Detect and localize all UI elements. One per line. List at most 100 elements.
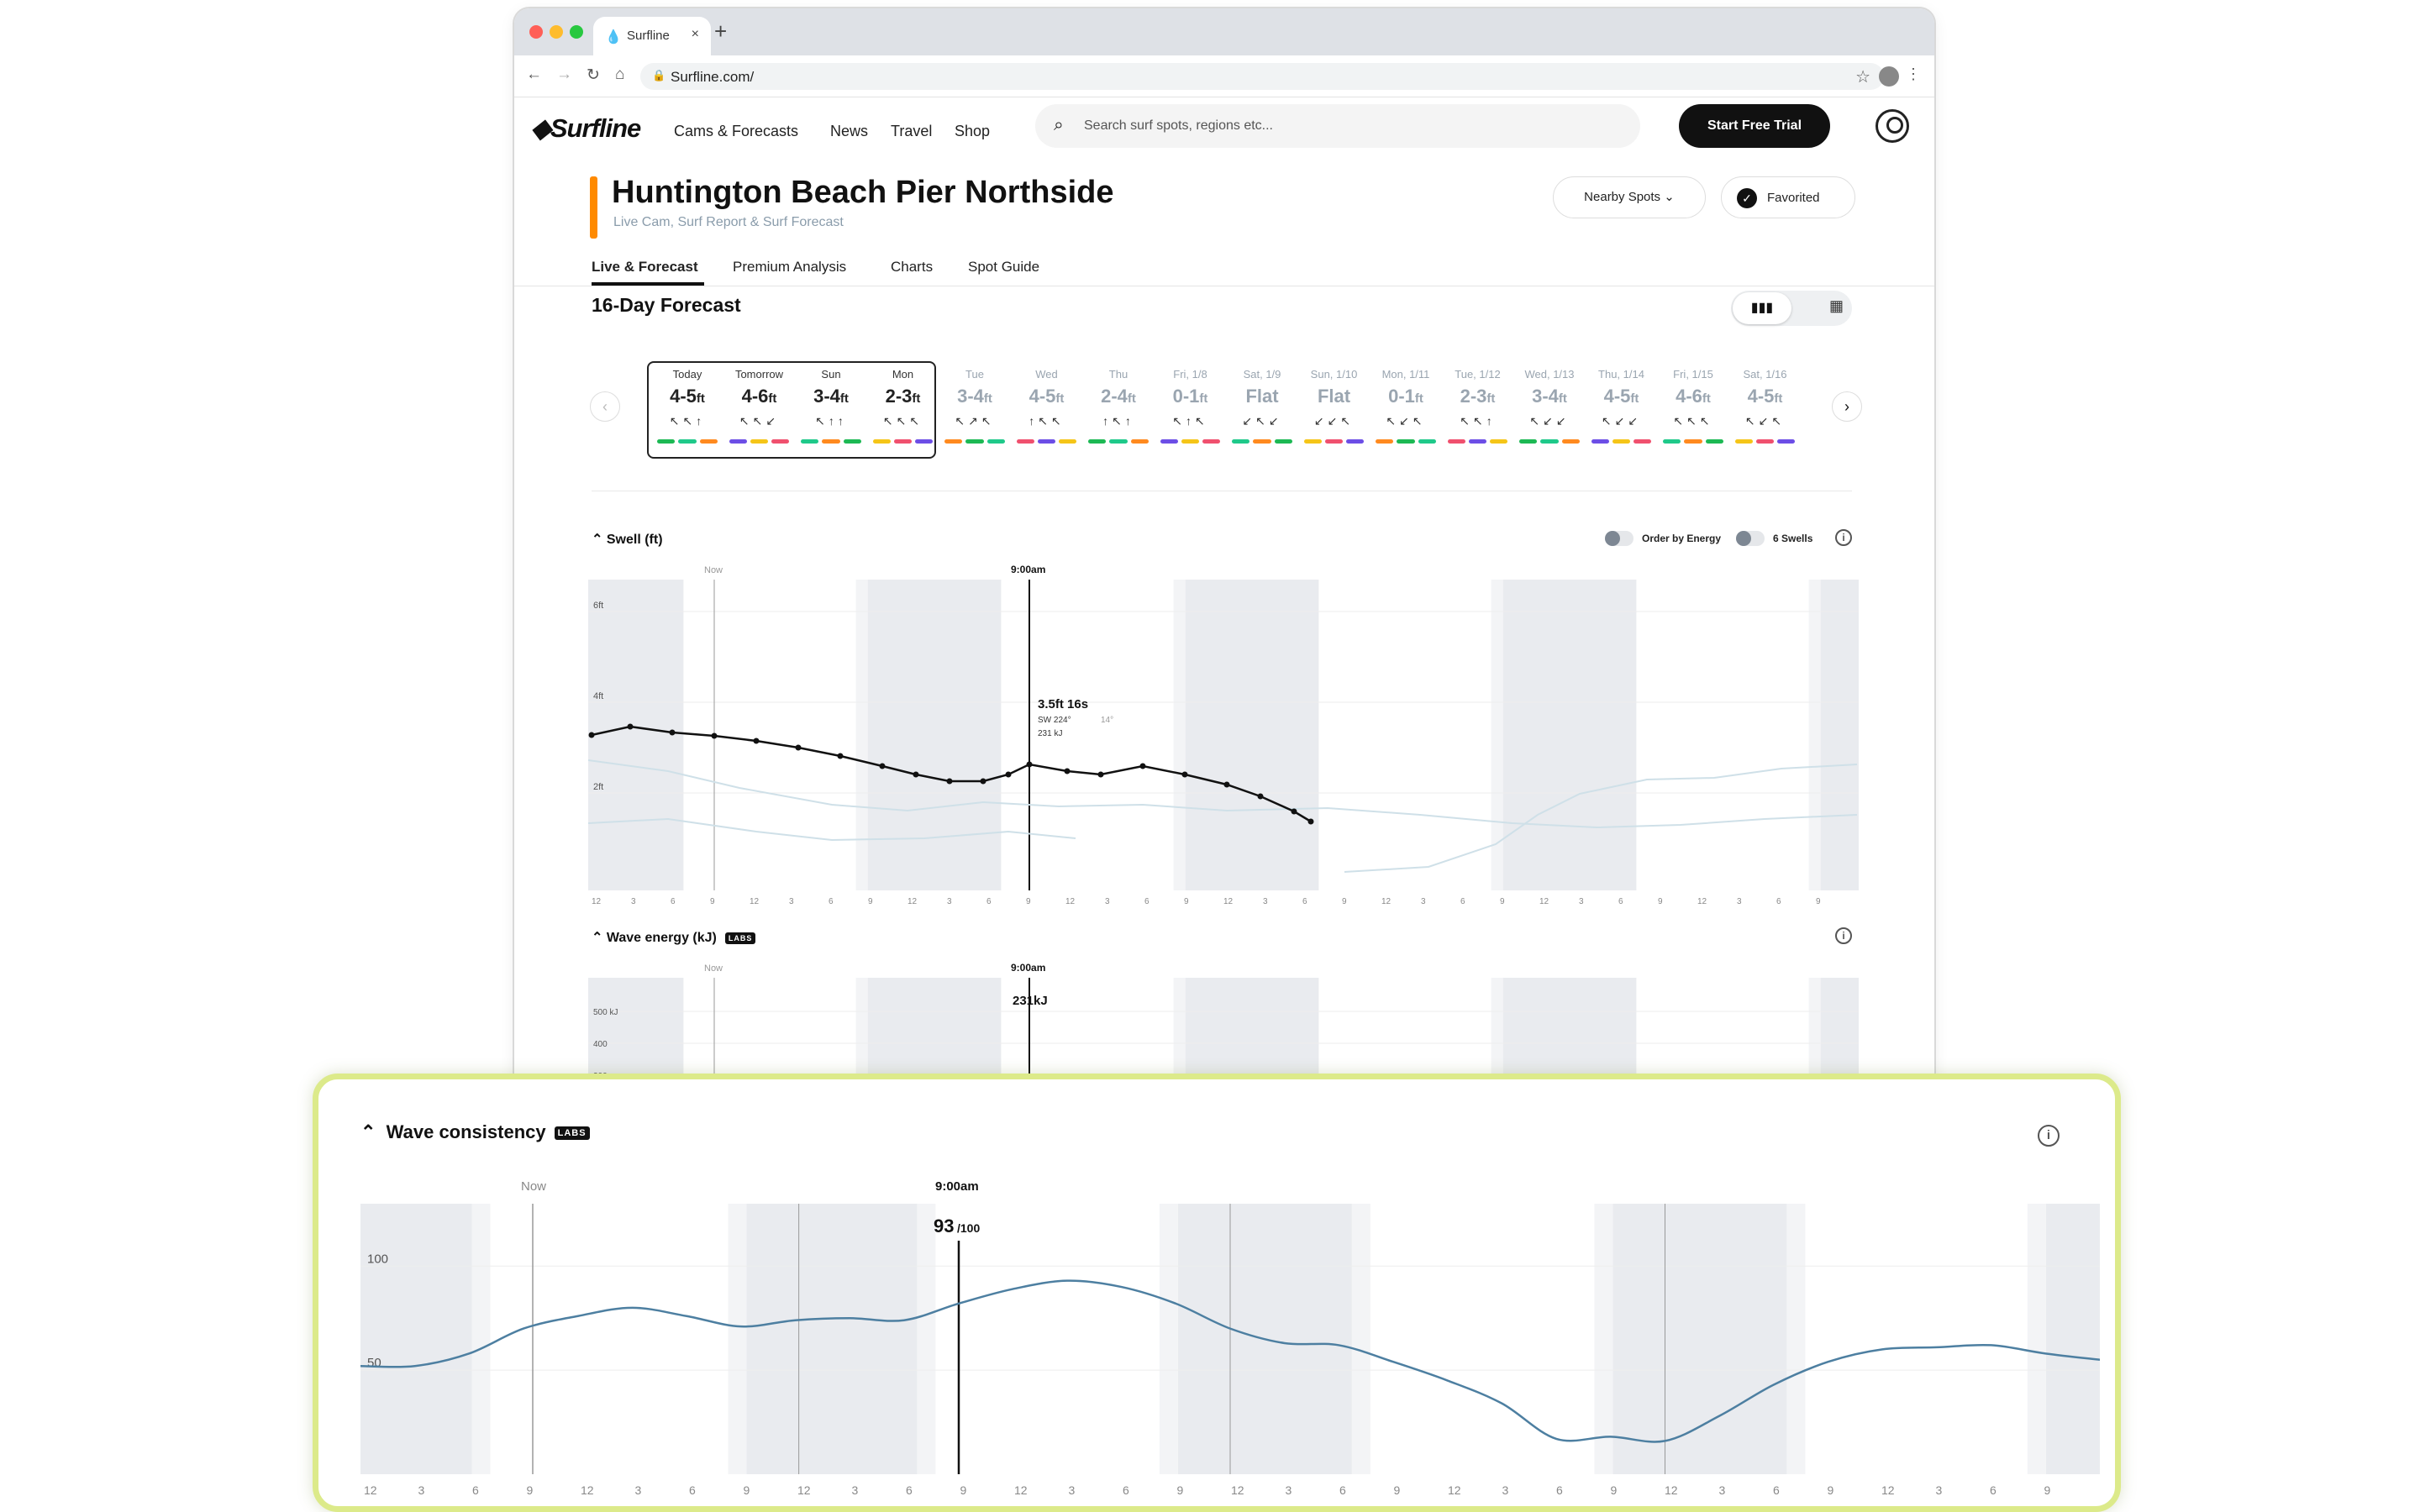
day-card[interactable]: Mon 2-3ft ↖↖↖ [868,363,939,455]
day-card[interactable]: Sun 3-4ft ↖↑↑ [796,363,866,455]
x-tick-label: 9 [744,1483,750,1497]
y-axis-label: 100 [367,1252,388,1266]
consistency-value: 93 [934,1215,954,1236]
lock-icon: 🔒 [652,69,666,81]
x-tick-label: 6 [986,897,992,906]
close-window-icon[interactable] [529,25,543,39]
order-by-energy-toggle[interactable] [1605,531,1634,546]
x-tick-label: 3 [1502,1483,1509,1497]
x-tick-label: 12 [1065,897,1076,906]
x-tick-label: 3 [1936,1483,1943,1497]
prev-days-button[interactable]: ‹ [590,391,620,422]
x-tick-label: 3 [852,1483,859,1497]
reload-icon[interactable]: ↻ [587,66,600,85]
day-card[interactable]: Wed, 1/13 3-4ft ↖↙↙ [1514,363,1585,455]
wave-energy-section-header[interactable]: ⌃ Wave energy (kJ) LABS [592,929,756,946]
x-tick-label: 9 [960,1483,967,1497]
browser-tab-title: Surfline [627,29,670,43]
info-icon[interactable]: i [1835,529,1852,546]
nearby-spots-button[interactable]: Nearby Spots ⌄ [1553,176,1706,218]
browser-profile-avatar[interactable] [1879,66,1899,87]
x-tick-label: 12 [1381,897,1392,906]
day-wave-height: 2-3ft [1460,386,1496,407]
nav-travel[interactable]: Travel [891,123,932,140]
wave-consistency-header[interactable]: ⌃ Wave consistency LABS [360,1121,590,1143]
height-unit: ft [1702,391,1711,406]
swell-direction-marker [1291,808,1297,815]
nav-shop[interactable]: Shop [955,123,990,140]
tab-charts[interactable]: Charts [891,259,933,276]
tab-live-forecast[interactable]: Live & Forecast [592,259,698,276]
swell-direction-marker [879,763,886,769]
six-swells-label: 6 Swells [1773,533,1813,544]
day-card[interactable]: Tomorrow 4-6ft ↖↖↙ [724,363,795,455]
swell-direction-marker [1223,781,1230,788]
day-card[interactable]: Wed 4-5ft ↑↖↖ [1012,363,1082,455]
swell-section-header[interactable]: ⌃ Swell (ft) [592,531,663,548]
tab-spot-guide[interactable]: Spot Guide [968,259,1039,276]
condition-bar [1591,439,1609,444]
url-field[interactable]: 🔒 Surfline.com/ ☆ [640,63,1884,90]
bookmark-star-icon[interactable]: ☆ [1855,66,1870,87]
start-free-trial-button[interactable]: Start Free Trial [1679,104,1830,148]
day-name: Thu [1108,368,1128,381]
chart-view-icon[interactable]: ▮▮▮ [1733,292,1791,324]
browser-tab[interactable]: 💧 Surfline × [593,17,711,55]
table-view-icon[interactable]: ▦ [1829,297,1844,315]
condition-bar [1274,439,1292,444]
x-tick-label: 3 [1579,897,1584,906]
favorited-button[interactable]: ✓ Favorited [1721,176,1855,218]
info-icon[interactable]: i [2038,1125,2060,1147]
condition-bar [1253,439,1271,444]
day-wave-height: 4-6ft [741,386,777,407]
logo-text: Surfline [550,113,641,143]
nav-cams-forecasts[interactable]: Cams & Forecasts [674,123,798,140]
y-axis-label: 4ft [593,691,603,701]
close-tab-icon[interactable]: × [692,27,699,42]
surfline-logo[interactable]: ◆Surfline [531,113,641,144]
next-days-button[interactable]: › [1832,391,1862,422]
condition-bar [1324,439,1344,444]
day-card[interactable]: Mon, 1/11 0-1ft ↖↙↖ [1370,363,1441,455]
day-card[interactable]: Thu 2-4ft ↑↖↑ [1083,363,1154,455]
day-card[interactable]: Thu, 1/14 4-5ft ↖↙↙ [1586,363,1657,455]
day-card[interactable]: Fri, 1/8 0-1ft ↖↑↖ [1155,363,1226,455]
condition-bar [1088,439,1107,444]
new-tab-icon[interactable]: + [714,18,727,45]
day-card[interactable]: Fri, 1/15 4-6ft ↖↖↖ [1658,363,1728,455]
account-icon[interactable] [1876,109,1909,143]
x-tick-label: 12 [750,897,760,906]
view-toggle[interactable]: ▮▮▮ ▦ [1731,291,1852,326]
forward-icon[interactable]: → [556,66,572,84]
tab-premium-analysis[interactable]: Premium Analysis [733,259,846,276]
day-card[interactable]: Tue 3-4ft ↖↗↖ [939,363,1010,455]
maximize-window-icon[interactable] [570,25,583,39]
swell-direction-marker [711,732,718,739]
home-icon[interactable]: ⌂ [615,66,624,84]
night-band [867,580,1002,890]
day-card[interactable]: Sun, 1/10 Flat ↙↙↖ [1299,363,1370,455]
x-tick-label: 6 [1339,1483,1346,1497]
browser-menu-icon[interactable]: ⋮ [1906,66,1921,83]
back-icon[interactable]: ← [526,66,542,84]
wave-energy-chart: 500 kJ400300Now9:00am231kJ [588,962,1859,1084]
wind-direction-icon: ↖↖↑ [669,414,706,428]
info-icon[interactable]: i [1835,927,1852,944]
day-name: Thu, 1/14 [1598,368,1644,381]
six-swells-toggle[interactable] [1736,531,1765,546]
x-tick-label: 9 [1394,1483,1401,1497]
nav-news[interactable]: News [830,123,868,140]
day-card[interactable]: Tue, 1/12 2-3ft ↖↖↑ [1443,363,1513,455]
condition-bar [893,439,913,444]
minimize-window-icon[interactable] [550,25,563,39]
condition-bars [1734,439,1796,444]
day-card[interactable]: Sat, 1/9 Flat ↙↖↙ [1227,363,1297,455]
day-card[interactable]: Sat, 1/16 4-5ft ↖↙↖ [1730,363,1801,455]
day-wave-height: 4-5ft [670,386,705,407]
x-tick-label: 9 [1816,897,1821,906]
search-input[interactable]: ⌕ Search surf spots, regions etc... [1035,104,1640,148]
x-tick-label: 6 [1618,897,1623,906]
swell-chart: 6ft 4ft 2ft Now 9:00am 3.5ft 16s SW 224° 14° 231… [588,564,1859,906]
day-card[interactable]: Today 4-5ft ↖↖↑ [652,363,723,455]
x-tick-label: 9 [868,897,873,906]
